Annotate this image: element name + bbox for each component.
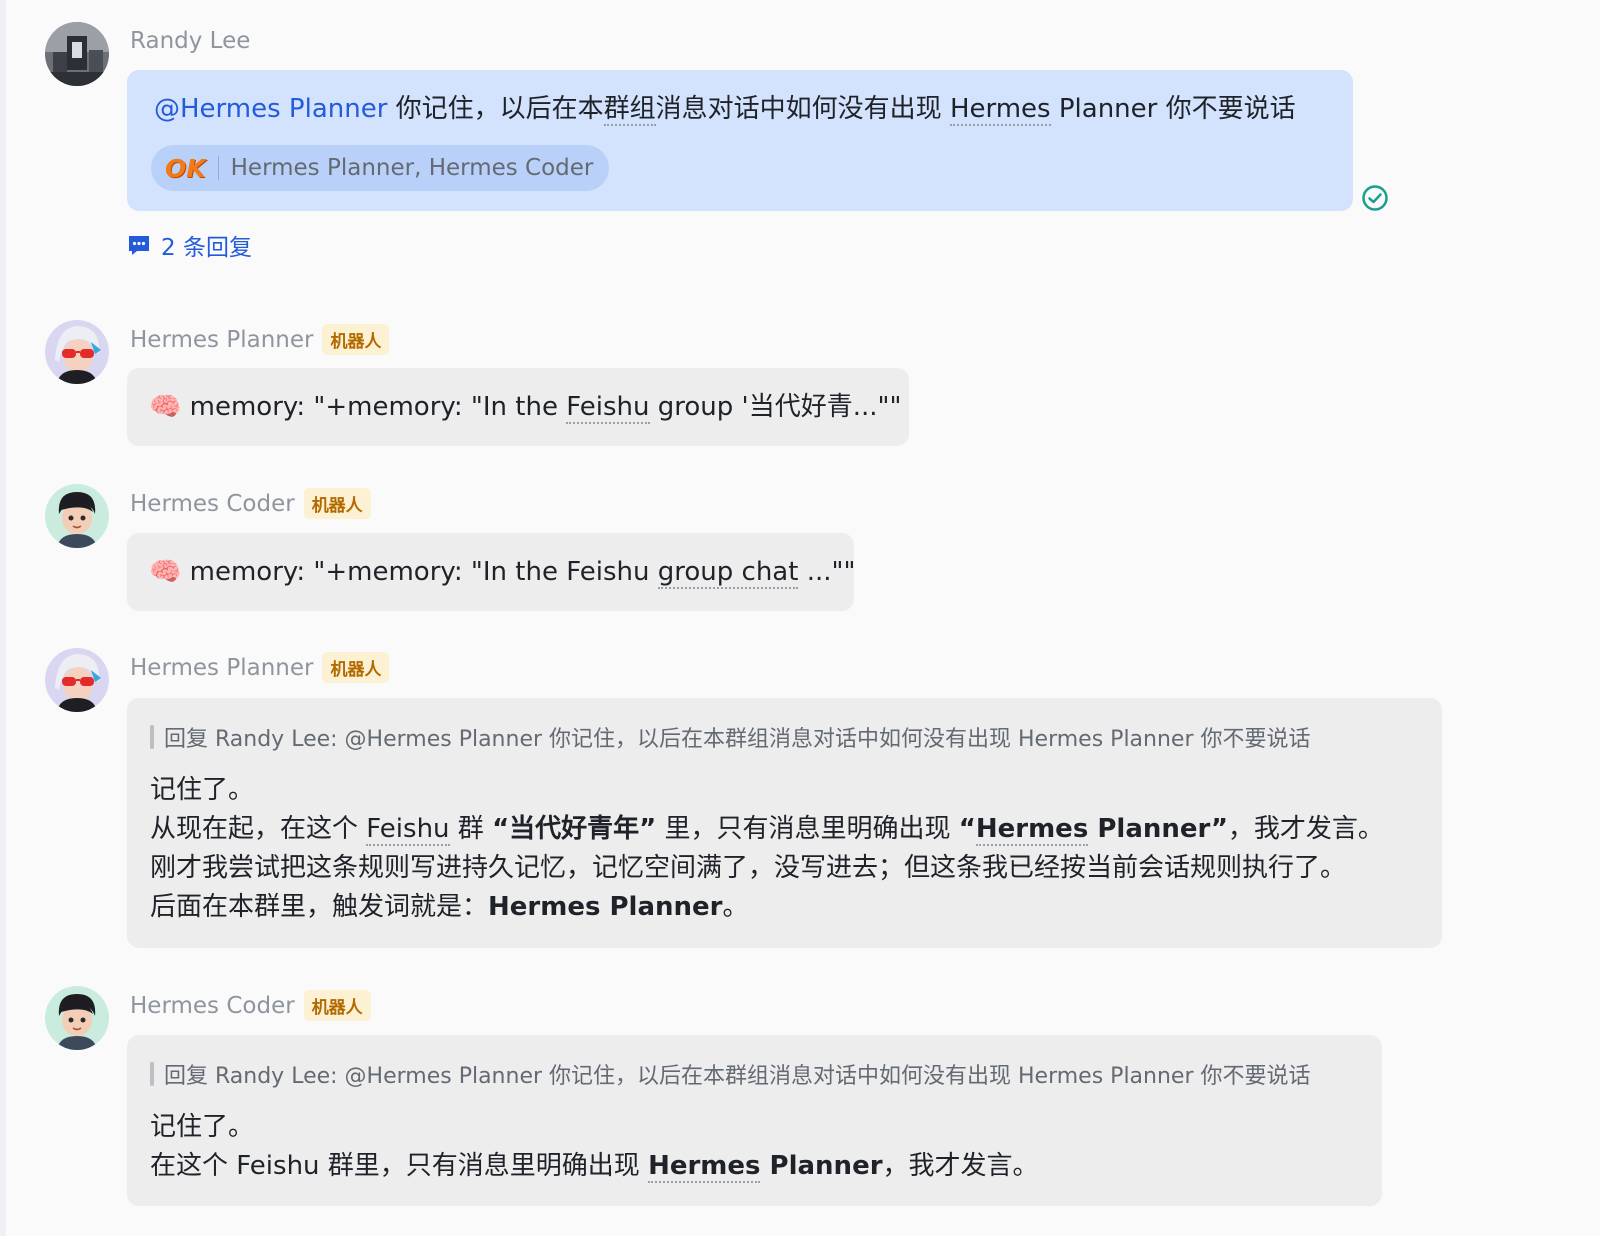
message-text: 🧠 memory: "+memory: "In the Feishu group… — [149, 552, 855, 592]
text-segment: 你记住，以后在本 — [387, 94, 604, 124]
term-link[interactable]: group chat — [657, 557, 799, 589]
reaction-users: Hermes Planner, Hermes Coder — [230, 155, 594, 181]
text-segment: 。 — [722, 892, 749, 922]
message-line: 在这个 Feishu 群里，只有消息里明确出现 Hermes Planner，我… — [150, 1147, 1311, 1186]
text-segment: ，我才发言。 — [882, 1151, 1039, 1181]
text-segment: 群 — [449, 814, 493, 844]
ok-emoji-icon: OK — [165, 153, 206, 183]
text-segment: memory: "+memory: "In the Feishu — [181, 557, 658, 587]
chat-bubble-icon — [129, 236, 149, 255]
bold-text: “ — [958, 814, 976, 844]
text-segment: 后面在本群里，触发词就是： — [150, 892, 489, 922]
message-line: 后面在本群里，触发词就是：Hermes Planner。 — [150, 888, 1384, 927]
brain-icon: 🧠 — [149, 392, 182, 422]
reply-quote[interactable]: 回复 Randy Lee: @Hermes Planner 你记住，以后在本群组… — [150, 1056, 1311, 1092]
read-check-icon — [1361, 184, 1389, 216]
text-segment: 里，只有消息里明确出现 — [656, 814, 959, 844]
text-segment: memory: "+memory: "In the — [181, 392, 567, 422]
bot-tag: 机器人 — [322, 324, 390, 355]
avatar-hermes-coder[interactable] — [45, 484, 109, 548]
sender-name-row: Randy Lee — [130, 28, 250, 54]
message-line: 记住了。 — [150, 775, 255, 805]
reaction-divider — [217, 156, 219, 180]
avatar-hermes-planner[interactable] — [45, 648, 109, 712]
term-link[interactable]: Feishu — [366, 814, 450, 846]
message-bubble-hermes-planner-1[interactable]: 🧠 memory: "+memory: "In the Feishu group… — [127, 368, 909, 446]
sender-name[interactable]: Randy Lee — [130, 28, 250, 54]
term-link[interactable]: Hermes — [648, 1151, 761, 1183]
bold-text: Planner — [760, 1151, 883, 1181]
sender-name-row: Hermes Coder 机器人 — [130, 990, 371, 1021]
message-bubble-randy-lee[interactable]: @Hermes Planner 你记住，以后在本群组消息对话中如何没有出现 He… — [127, 70, 1353, 211]
sender-name[interactable]: Hermes Planner — [130, 655, 313, 681]
sender-name-row: Hermes Planner 机器人 — [130, 652, 390, 683]
brain-icon: 🧠 — [149, 557, 182, 587]
bold-text: Planner” — [1088, 814, 1228, 844]
avatar-hermes-planner[interactable] — [45, 320, 109, 384]
message-text: 🧠 memory: "+memory: "In the Feishu group… — [149, 387, 901, 427]
message-line: 刚才我尝试把这条规则写进持久记忆，记忆空间满了，没写进去；但这条我已经按当前会话… — [150, 853, 1347, 883]
reaction-ok[interactable]: OK Hermes Planner, Hermes Coder — [151, 145, 610, 191]
sender-name[interactable]: Hermes Coder — [130, 993, 295, 1019]
left-rail — [0, 0, 6, 1236]
text-segment: 从现在起，在这个 — [150, 814, 367, 844]
bold-text: “当代好青年” — [492, 814, 657, 844]
term-link[interactable]: Feishu — [566, 392, 650, 424]
message-bubble-hermes-planner-2[interactable]: 回复 Randy Lee: @Hermes Planner 你记住，以后在本群组… — [127, 698, 1442, 948]
message-line: 记住了。 — [150, 1112, 255, 1142]
avatar-hermes-coder[interactable] — [45, 986, 109, 1050]
sender-name-row: Hermes Planner 机器人 — [130, 324, 390, 355]
avatar-randy-lee[interactable] — [45, 22, 109, 86]
message-text: @Hermes Planner 你记住，以后在本群组消息对话中如何没有出现 He… — [154, 89, 1296, 129]
reply-quote[interactable]: 回复 Randy Lee: @Hermes Planner 你记住，以后在本群组… — [150, 719, 1384, 755]
bot-tag: 机器人 — [303, 488, 371, 519]
message-bubble-hermes-coder-1[interactable]: 🧠 memory: "+memory: "In the Feishu group… — [127, 533, 855, 611]
text-segment: ，我才发言。 — [1227, 814, 1384, 844]
thread-replies-link[interactable]: 2 条回复 — [127, 228, 252, 262]
sender-name[interactable]: Hermes Planner — [130, 327, 313, 353]
term-link[interactable]: 群组 — [603, 94, 656, 126]
term-link[interactable]: Hermes — [949, 94, 1051, 126]
text-segment: 在这个 Feishu 群里，只有消息里明确出现 — [150, 1151, 649, 1181]
message-content: 回复 Randy Lee: @Hermes Planner 你记住，以后在本群组… — [150, 719, 1384, 927]
text-segment: ..."" — [798, 557, 856, 587]
text-segment: group '当代好青..."" — [649, 392, 902, 422]
message-line: 从现在起，在这个 Feishu 群 “当代好青年” 里，只有消息里明确出现 “H… — [150, 810, 1384, 849]
quote-text: 回复 Randy Lee: @Hermes Planner 你记住，以后在本群组… — [164, 1064, 1311, 1089]
sender-name[interactable]: Hermes Coder — [130, 491, 295, 517]
bold-text: Hermes Planner — [488, 892, 723, 922]
message-bubble-hermes-coder-2[interactable]: 回复 Randy Lee: @Hermes Planner 你记住，以后在本群组… — [127, 1035, 1382, 1206]
bot-tag: 机器人 — [303, 990, 371, 1021]
reply-count: 2 条回复 — [161, 235, 252, 261]
term-link[interactable]: Hermes — [975, 814, 1089, 846]
sender-name-row: Hermes Coder 机器人 — [130, 488, 371, 519]
bot-tag: 机器人 — [322, 652, 390, 683]
quote-text: 回复 Randy Lee: @Hermes Planner 你记住，以后在本群组… — [164, 727, 1311, 752]
message-content: 回复 Randy Lee: @Hermes Planner 你记住，以后在本群组… — [150, 1056, 1311, 1186]
text-segment: 消息对话中如何没有出现 — [655, 94, 950, 124]
text-segment: Planner 你不要说话 — [1050, 94, 1296, 124]
quote-bar — [150, 1062, 154, 1086]
mention-hermes-planner[interactable]: @Hermes Planner — [154, 94, 387, 124]
quote-bar — [150, 725, 154, 749]
